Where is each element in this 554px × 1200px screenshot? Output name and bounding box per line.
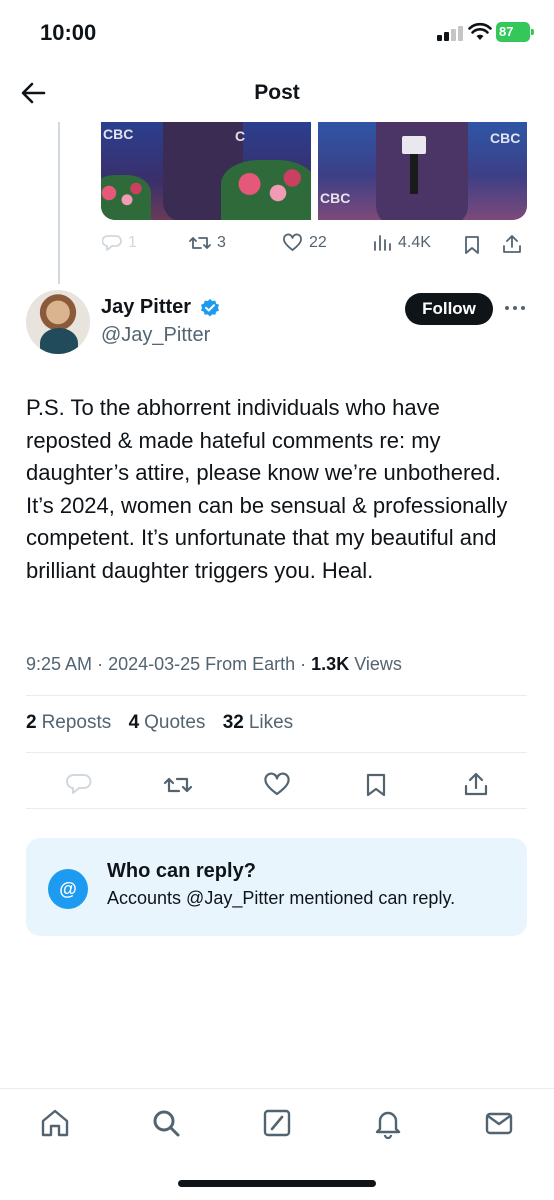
views-label: Views xyxy=(354,654,402,674)
views-count: 1.3K xyxy=(311,654,350,674)
post-meta: 9:25 AM · 2024-03-25 From Earth · 1.3K V… xyxy=(26,654,402,674)
heart-icon xyxy=(283,233,302,251)
avatar[interactable] xyxy=(26,290,90,354)
home-indicator xyxy=(178,1180,376,1187)
cellular-signal-icon xyxy=(437,25,463,41)
cbc-watermark: CBC xyxy=(103,126,134,142)
author-handle[interactable]: @Jay_Pitter xyxy=(101,324,210,347)
share-icon[interactable] xyxy=(462,771,490,797)
views-action[interactable]: 4.4K xyxy=(372,233,431,253)
wifi-icon xyxy=(468,22,492,40)
battery-icon: 87 xyxy=(496,22,534,42)
cbc-watermark: C xyxy=(235,128,246,144)
repost-icon xyxy=(189,237,211,249)
post-stats: 2 Reposts 4 Quotes 32 Likes xyxy=(26,712,305,734)
bookmark-icon[interactable] xyxy=(364,772,388,798)
post-date: 2024-03-25 From Earth xyxy=(108,654,296,674)
reply-icon xyxy=(102,235,122,251)
heart-icon[interactable] xyxy=(263,772,291,798)
status-time: 10:00 xyxy=(40,20,97,45)
search-icon[interactable] xyxy=(150,1107,182,1139)
home-icon[interactable] xyxy=(39,1107,71,1139)
messages-icon[interactable] xyxy=(483,1107,515,1139)
reply-action[interactable]: 1 xyxy=(102,233,137,253)
repost-icon[interactable] xyxy=(163,772,193,798)
cbc-watermark: CBC xyxy=(320,190,351,206)
cbc-watermark: CBC xyxy=(490,130,521,146)
more-options-icon[interactable] xyxy=(503,300,527,316)
post-header: Post xyxy=(0,64,554,122)
bookmark-icon[interactable] xyxy=(463,235,481,255)
who-can-reply-card: @ Who can reply? Accounts @Jay_Pitter me… xyxy=(26,838,527,936)
author-name[interactable]: Jay Pitter xyxy=(101,296,191,319)
post-text: P.S. To the abhorrent individuals who ha… xyxy=(26,395,508,583)
divider xyxy=(26,752,527,753)
mention-icon: @ xyxy=(48,869,88,909)
reply-restriction-title: Who can reply? xyxy=(107,860,256,882)
quotes-stat[interactable]: 4 Quotes xyxy=(129,712,206,733)
divider xyxy=(26,695,527,696)
post-media-image-left[interactable]: CBC C xyxy=(101,122,311,220)
grok-icon[interactable] xyxy=(261,1107,293,1139)
post-media-image-right[interactable]: CBC CBC xyxy=(318,122,527,220)
reply-restriction-subtitle: Accounts @Jay_Pitter mentioned can reply… xyxy=(107,888,456,908)
page-title: Post xyxy=(254,81,300,104)
notifications-icon[interactable] xyxy=(372,1107,404,1139)
thread-connector-line xyxy=(58,122,60,284)
reply-icon[interactable] xyxy=(66,771,92,797)
status-bar: 10:00 87 xyxy=(0,0,554,64)
like-action[interactable]: 22 xyxy=(282,233,327,253)
follow-button[interactable]: Follow xyxy=(405,293,493,325)
share-icon[interactable] xyxy=(501,234,523,254)
post-time: 9:25 AM xyxy=(26,654,93,674)
likes-stat[interactable]: 32 Likes xyxy=(223,712,294,733)
verified-badge-icon xyxy=(201,299,219,317)
analytics-icon xyxy=(374,235,391,251)
repost-action[interactable]: 3 xyxy=(189,233,226,253)
divider xyxy=(26,808,527,809)
reposts-stat[interactable]: 2 Reposts xyxy=(26,712,111,733)
